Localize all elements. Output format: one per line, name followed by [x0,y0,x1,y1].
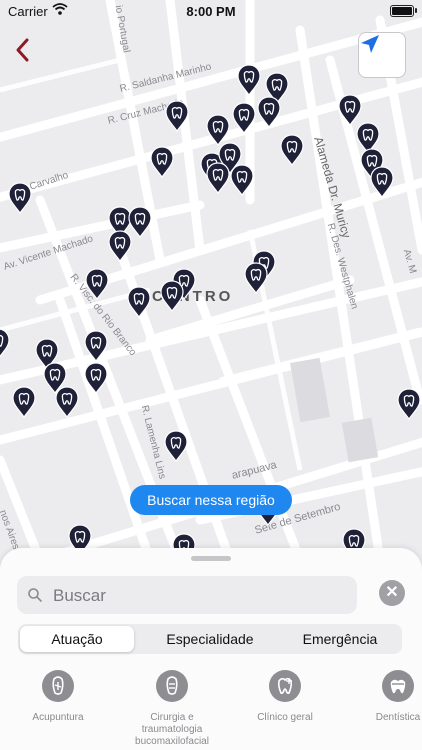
dentist-map-marker[interactable] [84,330,108,362]
tooth-plus-icon [269,670,301,702]
dentist-map-marker[interactable] [12,386,36,418]
category-acupuntura[interactable]: Acupuntura [8,670,108,724]
search-icon [28,588,42,602]
category-label: Cirurgia e traumatologia bucomaxilofacia… [135,712,209,747]
dentist-map-marker[interactable] [232,102,256,134]
search-input[interactable] [51,576,345,616]
dentist-map-marker[interactable] [237,64,261,96]
dentist-map-marker[interactable] [397,388,421,420]
category-label: Dentística [375,712,421,723]
dentist-map-marker[interactable] [55,386,79,418]
search-field[interactable] [17,576,357,616]
dentist-map-marker[interactable] [8,182,32,214]
map-view[interactable]: io Portugal R. Saldanha Marinho R. Cruz … [0,0,422,560]
dentist-map-marker[interactable] [85,268,109,300]
category-dentistica[interactable]: Dentística [348,670,422,724]
dentist-map-marker[interactable] [127,286,151,318]
status-bar: Carrier 8:00 PM [0,0,422,22]
category-label: Acupuntura [32,712,84,723]
clock: 8:00 PM [186,4,236,19]
segmented-control[interactable]: Atuação Especialidade Emergência [18,624,402,654]
back-button[interactable] [12,36,38,66]
category-list[interactable]: Acupuntura Cirurgia e traumatologia buco… [0,670,422,750]
dentist-map-marker[interactable] [230,164,254,196]
dentist-map-marker[interactable] [257,96,281,128]
sheet-grabber[interactable] [191,556,231,561]
surgery-icon [156,670,188,702]
location-arrow-icon [361,35,379,53]
chevron-left-icon [16,38,29,62]
clear-button[interactable]: ✕ [379,580,405,606]
tooth-crown-icon [382,670,414,702]
dentist-map-marker[interactable] [0,328,10,360]
segment-emergencia[interactable]: Emergência [280,626,400,652]
dentist-map-marker[interactable] [150,146,174,178]
battery-icon [390,5,417,17]
category-label: Clínico geral [257,712,313,723]
dentist-map-marker[interactable] [206,162,230,194]
dentist-map-marker[interactable] [160,280,184,312]
segment-especialidade[interactable]: Especialidade [148,626,272,652]
category-clinico-geral[interactable]: Clínico geral [235,670,335,724]
segment-atuacao[interactable]: Atuação [20,626,134,652]
dentist-map-marker[interactable] [165,100,189,132]
search-this-region-button[interactable]: Buscar nessa região [130,485,292,515]
locate-button[interactable] [358,32,406,78]
street-network [0,0,422,560]
acupuncture-icon [42,670,74,702]
dentist-map-marker[interactable] [84,362,108,394]
dentist-map-marker[interactable] [244,262,268,294]
category-cirurgia[interactable]: Cirurgia e traumatologia bucomaxilofacia… [122,670,222,748]
close-icon: ✕ [385,584,399,601]
bottom-sheet[interactable]: ✕ Atuação Especialidade Emergência Acupu… [0,548,422,750]
dentist-map-marker[interactable] [164,430,188,462]
dentist-map-marker[interactable] [370,166,394,198]
dentist-map-marker[interactable] [108,230,132,262]
dentist-map-marker[interactable] [280,134,304,166]
